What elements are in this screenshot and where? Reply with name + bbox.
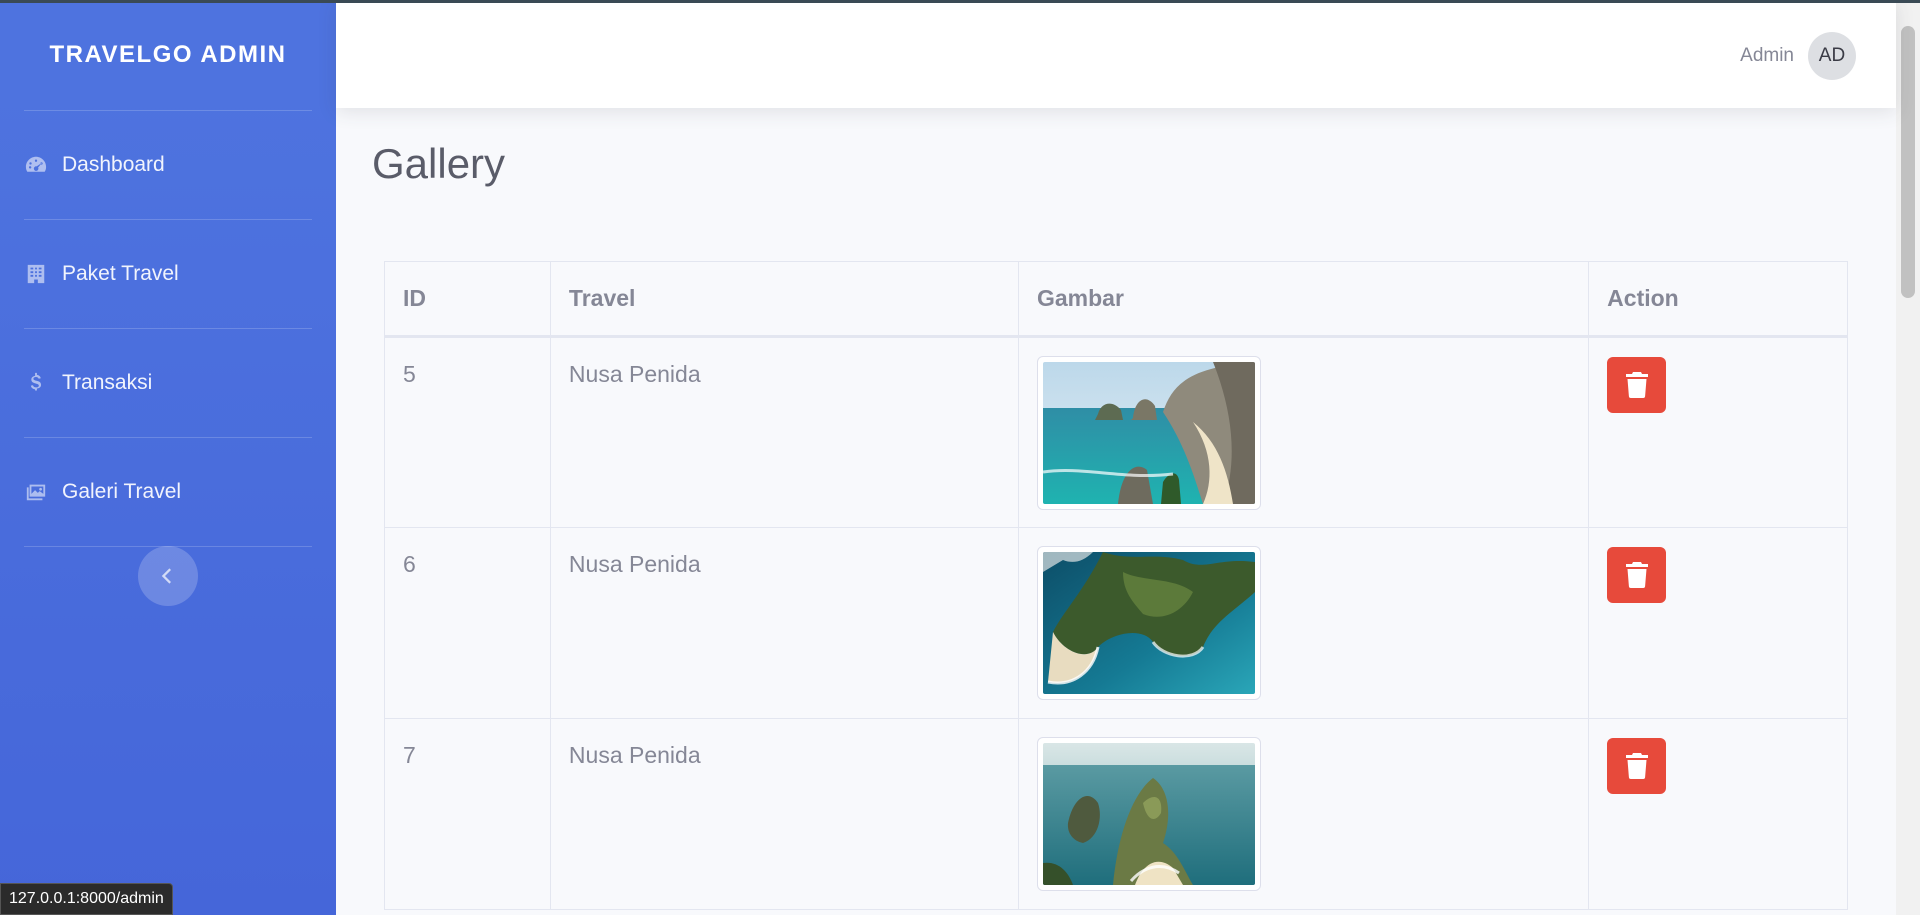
- sidebar-item-galeri-travel[interactable]: Galeri Travel: [0, 438, 336, 546]
- cell-action: [1588, 336, 1848, 528]
- sidebar: TRAVELGO ADMIN Dashboard Paket Travel Tr…: [0, 0, 336, 915]
- trash-icon: [1625, 562, 1648, 588]
- sidebar-item-paket-travel[interactable]: Paket Travel: [0, 220, 336, 328]
- cell-travel: Nusa Penida: [549, 336, 1020, 528]
- delete-button[interactable]: [1607, 547, 1667, 603]
- cell-id: 7: [384, 718, 551, 910]
- window-top-border: [0, 0, 1920, 3]
- sidebar-item-label: Paket Travel: [62, 262, 179, 285]
- avatar: AD: [1808, 32, 1856, 80]
- cell-gambar: [1017, 718, 1590, 910]
- building-icon: [24, 262, 48, 286]
- cell-gambar: [1017, 336, 1590, 528]
- sidebar-item-transaksi[interactable]: Transaksi: [0, 329, 336, 437]
- cell-travel: Nusa Penida: [549, 718, 1020, 910]
- user-menu[interactable]: Admin AD: [1740, 32, 1856, 80]
- column-header-travel: Travel: [549, 261, 1020, 338]
- trash-icon: [1625, 372, 1648, 398]
- status-bar-url: 127.0.0.1:8000/admin: [0, 883, 173, 915]
- chevron-left-icon: [161, 568, 171, 584]
- column-header-action: Action: [1588, 261, 1848, 338]
- cell-action: [1588, 718, 1848, 910]
- dollar-icon: [24, 371, 48, 395]
- user-name: Admin: [1740, 45, 1794, 66]
- table-row: 6 Nusa Penida: [384, 527, 1848, 719]
- table-row: 7 Nusa Penida: [384, 718, 1848, 910]
- sidebar-item-label: Transaksi: [62, 371, 153, 394]
- sidebar-toggle-button[interactable]: [138, 546, 198, 606]
- tachometer-icon: [24, 153, 48, 177]
- sidebar-brand[interactable]: TRAVELGO ADMIN: [0, 0, 336, 110]
- beach-cliffs-photo: [1037, 356, 1261, 510]
- trash-icon: [1625, 753, 1648, 779]
- cell-gambar: [1017, 527, 1590, 719]
- aerial-coast-photo: [1037, 546, 1261, 700]
- column-header-gambar: Gambar: [1017, 261, 1590, 338]
- table-row: 5 Nusa Penida: [384, 336, 1848, 528]
- cell-action: [1588, 527, 1848, 719]
- kelingking-cliff-photo: [1037, 737, 1261, 891]
- topbar: Admin AD: [336, 0, 1896, 108]
- page-title: Gallery: [372, 140, 506, 187]
- cell-id: 5: [384, 336, 551, 528]
- images-icon: [24, 480, 48, 504]
- cell-id: 6: [384, 527, 551, 719]
- sidebar-item-label: Galeri Travel: [62, 480, 182, 503]
- page-scrollbar[interactable]: [1896, 0, 1920, 915]
- sidebar-item-dashboard[interactable]: Dashboard: [0, 111, 336, 219]
- cell-travel: Nusa Penida: [549, 527, 1020, 719]
- gallery-table: ID Travel Gambar Action 5 Nusa Penida 6 …: [384, 261, 1848, 910]
- table-header-row: ID Travel Gambar Action: [384, 261, 1848, 338]
- sidebar-item-label: Dashboard: [62, 153, 165, 176]
- delete-button[interactable]: [1607, 357, 1667, 413]
- column-header-id: ID: [384, 261, 551, 338]
- scrollbar-thumb[interactable]: [1901, 26, 1915, 298]
- delete-button[interactable]: [1607, 738, 1667, 794]
